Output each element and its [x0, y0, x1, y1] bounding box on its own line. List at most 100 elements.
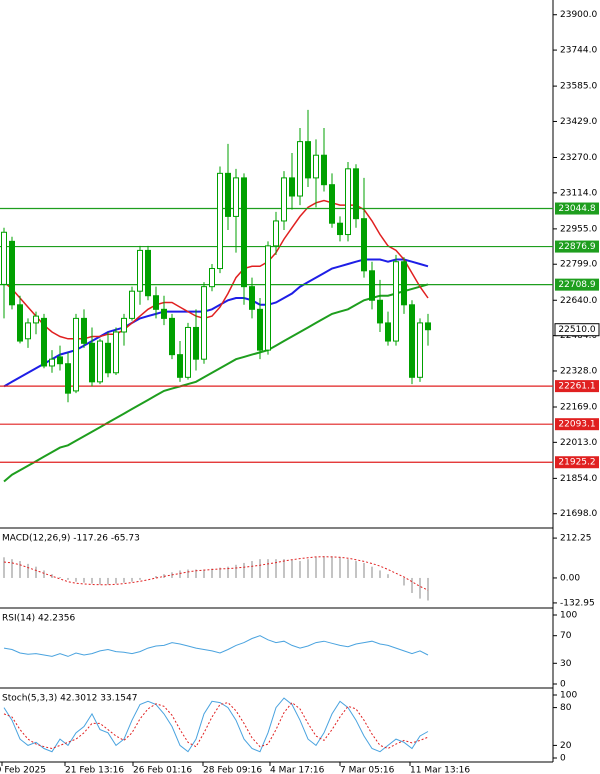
- candle-body: [337, 222, 343, 236]
- candle-body: [241, 177, 247, 288]
- level-label: 22876.9: [558, 242, 595, 252]
- candle-body: [353, 168, 359, 220]
- stoch-tick-label: 80: [560, 703, 572, 713]
- price-tick-label: 23114.0: [560, 188, 597, 198]
- candle-body: [57, 356, 63, 365]
- macd-tick-label: 0.00: [560, 573, 580, 583]
- price-tick-label: 23429.0: [560, 117, 597, 127]
- candle-body: [297, 141, 303, 197]
- rsi-tick-label: 0: [560, 680, 566, 690]
- time-tick-label: 4 Mar 17:16: [270, 766, 325, 774]
- candle-body: [193, 326, 199, 360]
- price-tick-label: 21698.0: [560, 509, 597, 519]
- candle-body: [17, 304, 23, 342]
- candle-body: [257, 308, 263, 351]
- candle-body: [81, 317, 87, 344]
- candle-body: [401, 261, 407, 306]
- level-label: 23044.8: [558, 204, 595, 214]
- stoch-tick-label: 0: [560, 754, 566, 764]
- candle-body: [385, 322, 391, 342]
- candle-body: [249, 286, 255, 310]
- candle-body: [49, 358, 55, 367]
- candle-body: [153, 295, 159, 310]
- candle-body: [65, 363, 71, 394]
- price-tick-label: 22640.0: [560, 296, 597, 306]
- time-tick-label: 26 Feb 01:16: [133, 766, 192, 774]
- candle-body: [201, 286, 207, 360]
- candle-body: [321, 154, 327, 186]
- stoch-main-line: [3, 697, 429, 753]
- candle-body: [105, 342, 111, 374]
- candle-body: [265, 245, 271, 351]
- level-label: 21925.2: [558, 458, 595, 468]
- time-tick-label: 19 Feb 2025: [0, 766, 46, 774]
- price-tick-label: 23585.0: [560, 82, 597, 92]
- candle-body: [73, 317, 79, 392]
- rsi-tick-label: 30: [560, 659, 572, 669]
- price-tick-label: 22328.0: [560, 366, 597, 376]
- rsi-tick-label: 100: [560, 611, 577, 621]
- candle-body: [145, 249, 151, 297]
- candle-body: [281, 177, 287, 222]
- candle-body: [345, 168, 351, 236]
- price-tick-label: 22013.0: [560, 438, 597, 448]
- candle-body: [129, 290, 135, 319]
- candle-body: [25, 322, 31, 340]
- candle-body: [217, 172, 223, 270]
- candle-body: [209, 268, 215, 288]
- candle-body: [417, 322, 423, 378]
- price-tick-label: 23900.0: [560, 10, 597, 20]
- macd-tick-label: 212.25: [560, 534, 592, 544]
- candle-body: [377, 299, 383, 324]
- stoch-tick-label: 100: [560, 691, 577, 701]
- time-tick-label: 7 Mar 05:16: [340, 766, 395, 774]
- price-tick-label: 22169.0: [560, 402, 597, 412]
- price-tick-label: 23270.0: [560, 153, 597, 163]
- candle-body: [409, 304, 415, 378]
- stoch-tick-label: 20: [560, 741, 572, 751]
- candle-body: [329, 184, 335, 224]
- time-tick-label: 21 Feb 13:16: [65, 766, 124, 774]
- price-tick-label: 23744.0: [560, 46, 597, 56]
- time-tick-label: 28 Feb 09:16: [203, 766, 262, 774]
- candle-body: [137, 249, 143, 292]
- rsi-title: RSI(14) 42.2356: [2, 614, 75, 624]
- level-label: 22093.1: [558, 420, 595, 430]
- candle-body: [313, 154, 319, 179]
- macd-tick-label: -132.95: [560, 598, 595, 608]
- price-tick-label: 21854.0: [560, 474, 597, 484]
- price-tick-label: 22955.0: [560, 224, 597, 234]
- candle-body: [97, 340, 103, 383]
- chart-canvas: 23900.0 23744.0 23585.0 23429.0 23270.0 23114…: [0, 0, 600, 774]
- macd-title: MACD(12,26,9) -117.26 -65.73: [2, 534, 140, 544]
- candle-body: [33, 315, 39, 324]
- rsi-line: [3, 635, 429, 657]
- stoch-signal-line: [3, 701, 429, 750]
- candle-body: [289, 177, 295, 197]
- candle-body: [425, 322, 431, 331]
- candle-body: [393, 261, 399, 342]
- candle-body: [273, 220, 279, 247]
- candle-body: [225, 172, 231, 217]
- candle-body: [41, 317, 47, 367]
- current-price-label: 22510.0: [558, 325, 595, 335]
- candle-body: [113, 331, 119, 374]
- candle-body: [121, 317, 127, 333]
- candle-body: [185, 326, 191, 378]
- level-label: 22708.9: [558, 280, 595, 290]
- candle-body: [369, 270, 375, 301]
- stoch-title: Stoch(5,3,3) 42.3012 33.1547: [2, 694, 137, 704]
- candle-body: [161, 308, 167, 319]
- candle-body: [233, 177, 239, 217]
- rsi-tick-label: 70: [560, 631, 572, 641]
- candle-body: [177, 354, 183, 378]
- level-label: 22261.1: [558, 382, 595, 392]
- candle-body: [1, 231, 7, 285]
- price-tick-label: 22799.0: [560, 260, 597, 270]
- candle-body: [9, 240, 15, 306]
- candle-body: [305, 141, 311, 179]
- time-tick-label: 11 Mar 13:16: [410, 766, 470, 774]
- candle-body: [89, 342, 95, 383]
- candle-body: [169, 317, 175, 356]
- candle-body: [361, 218, 367, 272]
